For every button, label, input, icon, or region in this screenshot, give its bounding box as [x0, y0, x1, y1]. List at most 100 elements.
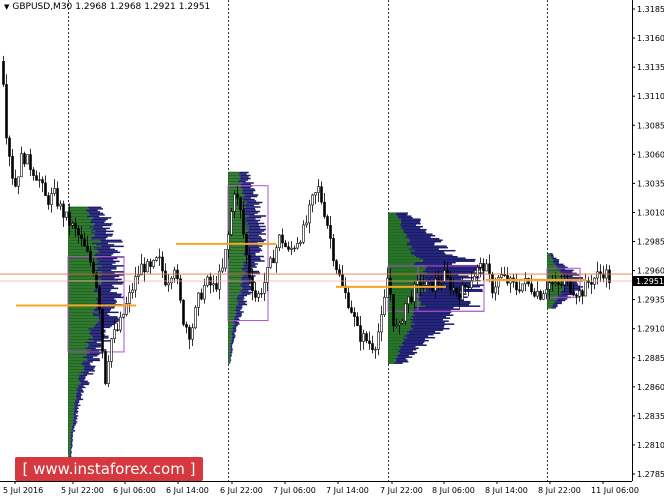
profile-bar-delta — [232, 326, 237, 328]
candle-bull — [542, 293, 545, 300]
profile-bar-volume — [68, 377, 79, 380]
candle-bear — [575, 294, 578, 297]
x-tick-label: 8 Jul 06:00 — [432, 486, 475, 495]
profile-bar-volume — [68, 394, 77, 396]
profile-bar-volume — [68, 220, 91, 222]
profile-bar-delta — [95, 253, 114, 255]
profile-bar-volume — [388, 341, 403, 343]
profile-bar-delta — [559, 271, 573, 273]
profile-bar-delta — [400, 347, 419, 349]
profile-bar-delta — [238, 303, 248, 306]
profile-bar-volume — [547, 262, 554, 264]
profile-bar-volume — [388, 233, 406, 235]
profile-bar-delta — [73, 412, 78, 414]
profile-bar-delta — [408, 332, 441, 334]
y-tick-label: 1.2810 — [637, 441, 664, 450]
profile-bar-volume — [388, 348, 400, 351]
profile-bar-delta — [240, 197, 251, 199]
profile-bar-volume — [388, 353, 399, 355]
profile-bar-delta — [402, 341, 425, 343]
candle-bull — [140, 263, 143, 276]
profile-bar-delta — [88, 208, 103, 210]
profile-bar-volume — [228, 308, 236, 310]
profile-bar-volume — [228, 182, 243, 184]
candle-bull — [404, 303, 407, 322]
profile-bar-volume — [68, 295, 100, 297]
candle-bull — [302, 224, 305, 243]
profile-bar-volume — [228, 269, 242, 271]
profile-bar-volume — [68, 329, 91, 332]
profile-bar-volume — [68, 400, 75, 402]
profile-bar-delta — [231, 339, 234, 342]
profile-bar-volume — [228, 360, 230, 363]
candle-bear — [371, 343, 374, 350]
profile-bar-delta — [71, 428, 74, 431]
y-tick-label: 1.2960 — [637, 267, 664, 276]
profile-bar-delta — [92, 242, 109, 245]
profile-bar-delta — [70, 436, 73, 438]
candle-bear — [560, 284, 563, 286]
profile-bar-delta — [97, 322, 117, 324]
profile-bar-volume — [547, 302, 555, 305]
profile-bar-delta — [235, 306, 243, 309]
profile-bar-volume — [68, 284, 95, 287]
profile-bar-delta — [81, 364, 91, 366]
candle-bull — [293, 247, 296, 250]
candle-bear — [35, 175, 38, 181]
profile-bar-delta — [244, 194, 259, 196]
profile-bar-delta — [229, 360, 231, 363]
candle-bull — [227, 234, 230, 250]
profile-bar-volume — [68, 269, 95, 272]
profile-bar-volume — [228, 264, 244, 267]
profile-bar-volume — [228, 267, 242, 270]
profile-bar-delta — [84, 367, 95, 369]
candle-bull — [110, 338, 113, 362]
profile-bar-volume — [228, 251, 246, 253]
price-chart[interactable]: 1.3185 1.3160 1.3135 1.3110 1.3085 1.3060 1.30… — [0, 0, 664, 498]
candle-bull — [194, 307, 197, 329]
profile-bar-volume — [228, 351, 231, 354]
profile-bar-delta — [245, 224, 259, 226]
profile-bar-delta — [550, 256, 554, 258]
candle-bull — [17, 176, 20, 187]
profile-bar-delta — [230, 351, 233, 354]
profile-bar-delta — [83, 356, 94, 359]
candle-bear — [341, 274, 344, 287]
profile-bar-volume — [388, 282, 421, 285]
candle-bull — [230, 211, 233, 235]
profile-bar-delta — [236, 299, 244, 301]
profile-bar-volume — [388, 357, 396, 360]
close-value: 1.2951 — [178, 2, 211, 12]
profile-bar-volume — [68, 358, 88, 360]
profile-bar-volume — [68, 214, 91, 216]
profile-bar-volume — [68, 298, 96, 300]
profile-bar-delta — [246, 248, 261, 250]
profile-bar-delta — [94, 235, 113, 237]
open-value: 1.2968 — [75, 2, 107, 12]
candle-bear — [272, 257, 275, 264]
profile-bar-delta — [241, 191, 254, 193]
profile-bar-delta — [74, 401, 80, 404]
profile-bar-delta — [414, 323, 455, 325]
profile-bar-delta — [71, 425, 75, 428]
candle-bear — [458, 292, 461, 301]
profile-bar-delta — [414, 314, 454, 316]
profile-bar-volume — [68, 404, 76, 407]
candle-bull — [167, 282, 170, 286]
collapse-triangle-icon[interactable]: ▼ — [4, 3, 9, 11]
candle-bull — [26, 154, 29, 165]
profile-bar-delta — [246, 236, 262, 238]
profile-bar-volume — [68, 370, 85, 372]
profile-bar-delta — [84, 370, 95, 372]
profile-bar-delta — [414, 249, 456, 252]
profile-bar-delta — [422, 260, 475, 262]
profile-bar-volume — [68, 212, 90, 215]
profile-bar-delta — [98, 275, 120, 278]
profile-bar-delta — [555, 265, 565, 267]
candle-bear — [29, 154, 32, 171]
candle-bull — [158, 256, 161, 259]
candle-bull — [50, 193, 53, 205]
profile-bar-delta — [236, 296, 245, 298]
profile-bar-delta — [245, 203, 260, 205]
profile-bar-delta — [85, 341, 97, 344]
